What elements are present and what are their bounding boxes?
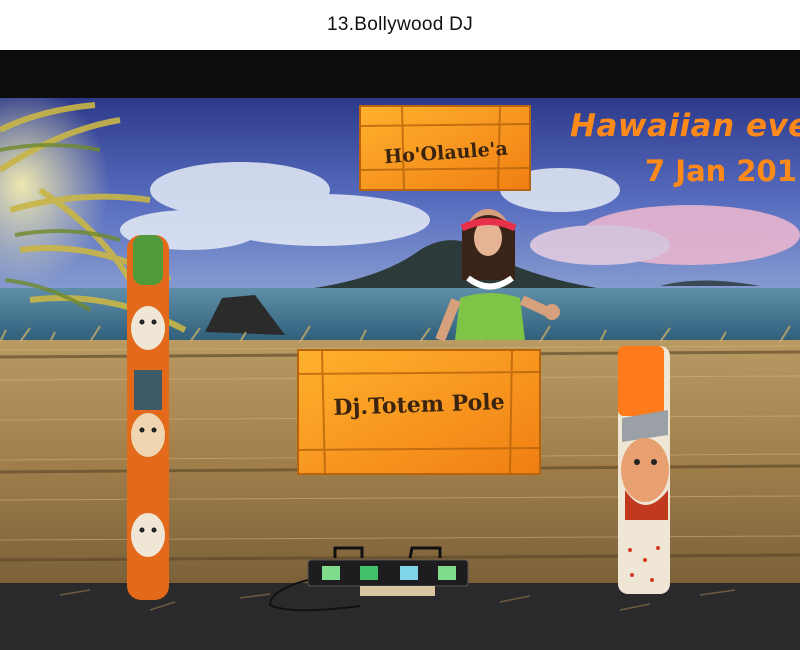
banner-date: 7 Jan 201 [645, 154, 797, 188]
banner-title: Hawaiian eve [570, 108, 800, 144]
photo-caption: 13.Bollywood DJ [0, 0, 800, 50]
event-photo: Hawaiian eve 7 Jan 201 Ho'Olaule'a Dj.To… [0, 50, 800, 650]
right-totem-pole [618, 346, 670, 594]
left-totem-pole [127, 235, 169, 600]
